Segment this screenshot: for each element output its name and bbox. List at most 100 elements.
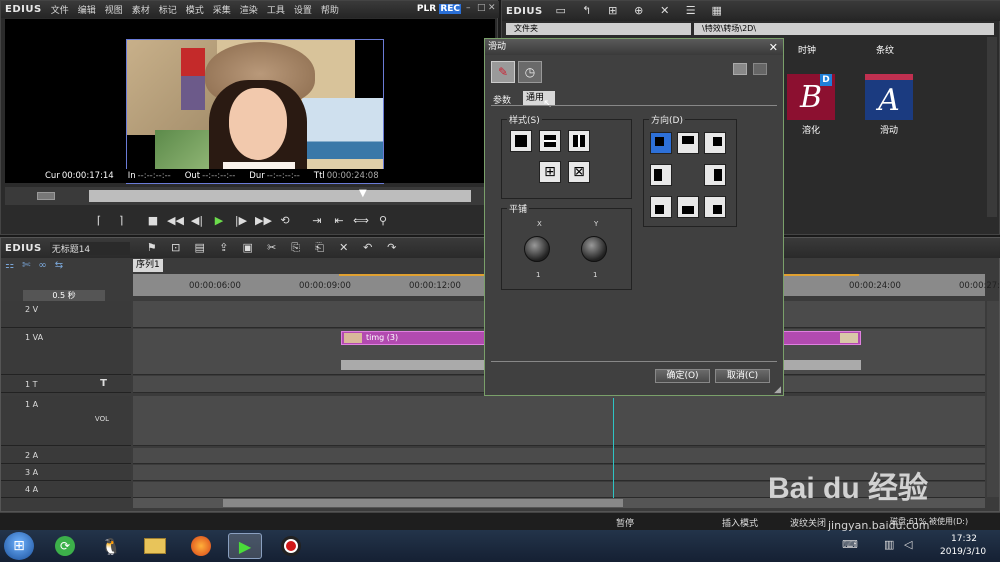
firefox-icon[interactable] — [184, 533, 218, 559]
view-icon[interactable]: ▦ — [709, 3, 725, 19]
cancel-button[interactable]: 取消(C) — [715, 369, 770, 383]
direction-bottom-left-button[interactable] — [650, 196, 672, 218]
properties-icon[interactable]: ☰ — [683, 3, 699, 19]
track-header-1t[interactable]: 1 T T — [1, 376, 131, 393]
close-icon[interactable]: ✕ — [488, 4, 497, 13]
delete-icon[interactable]: ✕ — [657, 3, 673, 19]
fast-forward-icon[interactable]: ▶▶ — [255, 213, 272, 229]
direction-left-button[interactable] — [650, 164, 672, 186]
tile-x-knob[interactable] — [524, 236, 550, 262]
direction-top-left-button[interactable] — [650, 132, 672, 154]
track-header-4a[interactable]: 4 A — [1, 482, 131, 498]
minimize-icon[interactable]: – — [466, 4, 475, 13]
cut-icon[interactable]: ✂ — [264, 240, 280, 256]
qq-icon[interactable]: 🐧 — [94, 533, 128, 559]
save-icon[interactable]: ▣ — [240, 240, 256, 256]
dialog-close-icon[interactable]: ✕ — [769, 41, 778, 54]
menu-tools[interactable]: 工具 — [267, 3, 285, 16]
scrub-bar[interactable]: ▼ — [5, 187, 495, 205]
tab-sequence-1[interactable]: 序列1 — [133, 259, 163, 272]
start-button-icon[interactable]: ⊞ — [4, 532, 34, 560]
tray-network-icon[interactable]: ▥ — [884, 538, 894, 551]
tray-time[interactable]: 17:32 — [951, 534, 977, 544]
tray-volume-icon[interactable]: ◁ — [904, 538, 912, 551]
effect-label-clock[interactable]: 时钟 — [798, 43, 816, 56]
direction-top-right-button[interactable] — [704, 132, 726, 154]
sequence-icon[interactable]: ⚑ — [144, 240, 160, 256]
menu-render[interactable]: 渲染 — [240, 3, 258, 16]
plr-rec-toggle[interactable]: PLR REC — [417, 4, 461, 14]
track-header-2a[interactable]: 2 A — [1, 448, 131, 464]
track-header-1a[interactable]: 1 A VOL — [1, 396, 131, 446]
style-quad-alt-button[interactable]: ⊠ — [568, 161, 590, 183]
track-body-3a[interactable] — [133, 465, 985, 481]
track-header-3a[interactable]: 3 A — [1, 465, 131, 481]
track-body-1a[interactable] — [133, 396, 985, 446]
direction-bottom-button[interactable] — [677, 196, 699, 218]
set-out-icon[interactable]: ⌉ — [113, 213, 129, 229]
track-header-1va[interactable]: 1 VA — [1, 329, 131, 375]
scrub-mini-handle[interactable] — [37, 192, 55, 200]
effect-tile-slide[interactable]: A — [865, 74, 913, 120]
cut-point-icon[interactable]: ⚲ — [375, 213, 391, 229]
record-icon[interactable] — [274, 533, 308, 559]
direction-top-button[interactable] — [677, 132, 699, 154]
style-single-button[interactable] — [510, 130, 532, 152]
up-folder-icon[interactable]: ↰ — [579, 3, 595, 19]
step-back-icon[interactable]: ◀| — [189, 213, 205, 229]
bin-scrollbar[interactable] — [987, 37, 997, 217]
menu-edit[interactable]: 编辑 — [78, 3, 96, 16]
tile-y-knob[interactable] — [581, 236, 607, 262]
overwrite-edit-icon[interactable]: ⇤ — [331, 213, 347, 229]
stop-icon[interactable]: ■ — [145, 213, 161, 229]
mode-icon[interactable]: ⚏ — [5, 260, 14, 274]
horizontal-scrollbar[interactable] — [133, 498, 985, 508]
track-body-4a[interactable] — [133, 482, 985, 498]
replace-icon[interactable]: ⟺ — [353, 213, 369, 229]
playhead-icon[interactable]: ▼ — [359, 188, 367, 204]
paste-icon[interactable]: ⎗ — [312, 240, 328, 256]
direction-right-button[interactable] — [704, 164, 726, 186]
style-vertical-split-button[interactable] — [568, 130, 590, 152]
menu-help[interactable]: 帮助 — [321, 3, 339, 16]
folder-icon[interactable]: ▭ — [553, 3, 569, 19]
maximize-icon[interactable]: □ — [477, 4, 486, 13]
add-icon[interactable]: ⊕ — [631, 3, 647, 19]
rewind-icon[interactable]: ◀◀ — [167, 213, 184, 229]
tray-date[interactable]: 2019/3/10 — [940, 547, 986, 557]
preset-save-icon[interactable] — [733, 63, 747, 75]
step-forward-icon[interactable]: |▶ — [233, 213, 249, 229]
menu-capture[interactable]: 采集 — [213, 3, 231, 16]
menu-clip[interactable]: 素材 — [132, 3, 150, 16]
ok-button[interactable]: 确定(O) — [655, 369, 710, 383]
sync-app-icon[interactable]: ⟳ — [48, 533, 82, 559]
vertical-scrollbar[interactable] — [987, 301, 999, 497]
edius-taskbar-icon[interactable]: ▶ — [228, 533, 262, 559]
effect-label-stripe[interactable]: 条纹 — [876, 43, 894, 56]
redo-icon[interactable]: ↷ — [384, 240, 400, 256]
style-quad-button[interactable]: ⊞ — [539, 161, 561, 183]
capture-icon[interactable]: ⊡ — [168, 240, 184, 256]
menu-settings[interactable]: 设置 — [294, 3, 312, 16]
tray-keyboard-icon[interactable]: ⌨ — [842, 538, 858, 551]
file-explorer-icon[interactable] — [138, 533, 172, 559]
direction-bottom-right-button[interactable] — [704, 196, 726, 218]
undo-icon[interactable]: ↶ — [360, 240, 376, 256]
link-icon[interactable]: ∞ — [38, 260, 46, 274]
delete-clip-icon[interactable]: ✕ — [336, 240, 352, 256]
menu-marker[interactable]: 标记 — [159, 3, 177, 16]
zoom-dropdown[interactable]: 0.5 秒 — [23, 290, 105, 301]
new-icon[interactable]: ▤ — [192, 240, 208, 256]
track-body-2a[interactable] — [133, 448, 985, 464]
stopwatch-icon[interactable]: ◷ — [518, 61, 542, 83]
style-horizontal-split-button[interactable] — [539, 130, 561, 152]
insert-edit-icon[interactable]: ⇥ — [309, 213, 325, 229]
play-icon[interactable]: ▶ — [211, 213, 227, 229]
group-icon[interactable]: ⇆ — [55, 260, 63, 274]
tree-icon[interactable]: ⊞ — [605, 3, 621, 19]
resize-grip-icon[interactable]: ◢ — [774, 385, 781, 395]
razor-icon[interactable]: ✄ — [22, 260, 30, 274]
track-header-2v[interactable]: 2 V — [1, 301, 131, 328]
copy-icon[interactable]: ⎘ — [288, 240, 304, 256]
open-icon[interactable]: ⇪ — [216, 240, 232, 256]
